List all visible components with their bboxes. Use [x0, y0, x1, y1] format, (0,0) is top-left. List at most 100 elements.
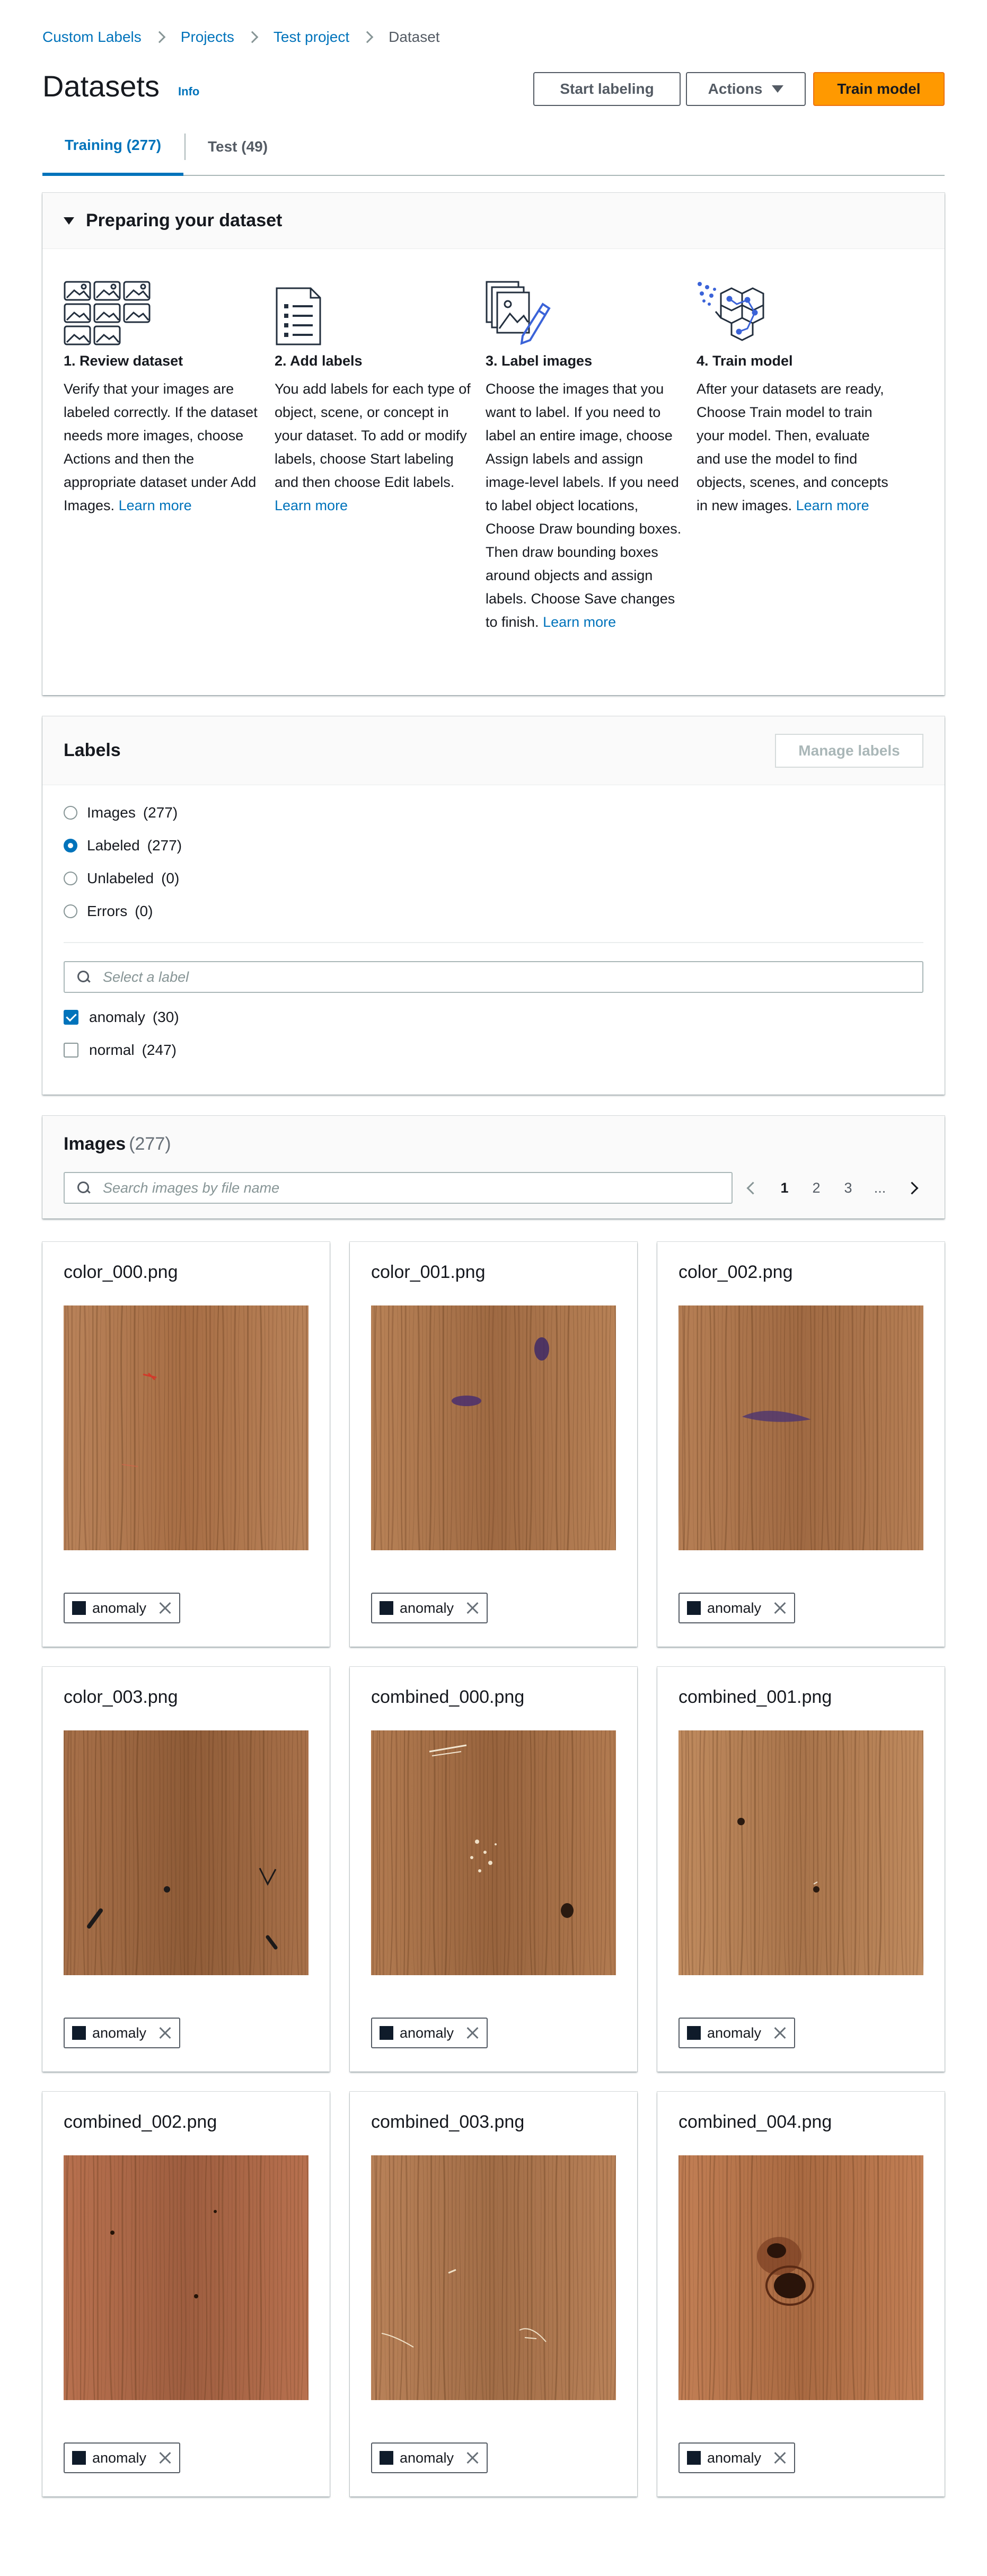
- page-3-button[interactable]: 3: [832, 1180, 864, 1196]
- image-file-name[interactable]: combined_000.png: [371, 1687, 524, 1708]
- learn-more-link[interactable]: Learn more: [543, 614, 616, 630]
- label-name: normal: [89, 1042, 135, 1058]
- label-item-normal[interactable]: normal (247): [64, 1042, 177, 1059]
- image-card[interactable]: color_002.pnganomaly: [657, 1242, 945, 1647]
- image-card[interactable]: color_001.pnganomaly: [350, 1242, 637, 1647]
- image-card[interactable]: color_003.png anomaly: [42, 1667, 330, 2072]
- close-icon[interactable]: [466, 1602, 479, 1614]
- checkbox-checked[interactable]: [64, 1010, 78, 1025]
- filter-unlabeled[interactable]: Unlabeled (0): [64, 870, 179, 887]
- image-file-name[interactable]: color_002.png: [678, 1262, 793, 1283]
- label-tag-text: anomaly: [92, 1600, 147, 1616]
- image-card[interactable]: combined_002.pnganomaly: [42, 2092, 330, 2497]
- prepare-steps: 1. Review dataset Verify that your image…: [64, 278, 907, 634]
- breadcrumb-custom-labels[interactable]: Custom Labels: [42, 29, 142, 46]
- label-images-icon: [486, 278, 684, 347]
- filter-images[interactable]: Images (277): [64, 804, 178, 821]
- step-label-images: 3. Label images Choose the images that y…: [486, 278, 697, 634]
- info-link[interactable]: Info: [178, 85, 199, 99]
- image-file-name[interactable]: combined_001.png: [678, 1687, 832, 1708]
- image-card[interactable]: combined_004.png anomaly: [657, 2092, 945, 2497]
- preparing-dataset-panel: Preparing your dataset 1. Review dataset…: [42, 193, 945, 695]
- preparing-dataset-title: Preparing your dataset: [86, 210, 283, 230]
- wood-texture-image[interactable]: [64, 1730, 309, 1975]
- preparing-dataset-header[interactable]: Preparing your dataset: [42, 193, 945, 249]
- manage-labels-button[interactable]: Manage labels: [775, 733, 923, 768]
- image-search-input[interactable]: Search images by file name: [64, 1172, 733, 1204]
- filter-errors[interactable]: Errors (0): [64, 903, 153, 920]
- radio-button[interactable]: [64, 904, 77, 918]
- image-file-name[interactable]: color_003.png: [64, 1687, 178, 1708]
- start-labeling-button[interactable]: Start labeling: [533, 72, 681, 106]
- next-page-button[interactable]: [896, 1180, 928, 1196]
- page-2-button[interactable]: 2: [800, 1180, 832, 1196]
- close-icon[interactable]: [159, 1602, 172, 1614]
- close-icon[interactable]: [159, 2027, 172, 2039]
- step-text: Choose the images that you want to label…: [486, 381, 682, 630]
- image-file-name[interactable]: color_001.png: [371, 1262, 486, 1283]
- checkbox[interactable]: [64, 1043, 78, 1058]
- actions-button[interactable]: Actions: [686, 72, 806, 106]
- close-icon[interactable]: [774, 1602, 787, 1614]
- step-body: Verify that your images are labeled corr…: [64, 377, 262, 517]
- tab-training[interactable]: Training (277): [42, 118, 184, 176]
- learn-more-link[interactable]: Learn more: [119, 498, 192, 513]
- learn-more-link[interactable]: Learn more: [796, 498, 869, 513]
- wood-texture-image[interactable]: [678, 1730, 923, 1975]
- wood-texture-image[interactable]: [371, 2155, 616, 2400]
- previous-page-button[interactable]: [737, 1180, 769, 1196]
- radio-button[interactable]: [64, 806, 77, 820]
- train-model-button[interactable]: Train model: [813, 72, 945, 106]
- label-color-swatch: [687, 2451, 701, 2465]
- label-color-swatch: [72, 2451, 86, 2465]
- images-count: (277): [129, 1134, 171, 1154]
- close-icon[interactable]: [774, 2027, 787, 2039]
- label-search-input[interactable]: Select a label: [64, 961, 923, 993]
- breadcrumb-projects[interactable]: Projects: [181, 29, 234, 46]
- image-search-placeholder: Search images by file name: [103, 1179, 280, 1196]
- wood-texture-image[interactable]: [371, 1730, 616, 1975]
- step-train-model: 4. Train model After your datasets are r…: [697, 278, 907, 634]
- divider: [64, 942, 923, 943]
- page-title: Datasets: [42, 69, 160, 103]
- radio-button-selected[interactable]: [64, 839, 77, 852]
- label-count: (247): [142, 1042, 177, 1058]
- image-file-name[interactable]: combined_002.png: [64, 2112, 217, 2133]
- label-item-anomaly[interactable]: anomaly (30): [64, 1009, 179, 1026]
- image-card[interactable]: color_000.pnganomaly: [42, 1242, 330, 1647]
- learn-more-link[interactable]: Learn more: [275, 498, 348, 513]
- step-text: Verify that your images are labeled corr…: [64, 381, 258, 513]
- step-body: Choose the images that you want to label…: [486, 377, 684, 634]
- label-tag-text: anomaly: [92, 2449, 147, 2466]
- caret-down-icon: [64, 217, 74, 225]
- image-card[interactable]: combined_000.png anomaly: [350, 1667, 637, 2072]
- wood-texture-image[interactable]: [64, 2155, 309, 2400]
- label-search-placeholder: Select a label: [103, 969, 189, 985]
- close-icon[interactable]: [466, 2027, 479, 2039]
- image-card[interactable]: combined_003.pnganomaly: [350, 2092, 637, 2497]
- image-card[interactable]: combined_001.png anomaly: [657, 1667, 945, 2072]
- image-file-name[interactable]: combined_004.png: [678, 2112, 832, 2133]
- label-tag-text: anomaly: [707, 1600, 762, 1616]
- step-text: You add labels for each type of object, …: [275, 381, 471, 490]
- radio-button[interactable]: [64, 872, 77, 885]
- close-icon[interactable]: [466, 2451, 479, 2464]
- page-1-button[interactable]: 1: [769, 1180, 800, 1196]
- images-title-text: Images: [64, 1134, 126, 1154]
- wood-texture-image[interactable]: [678, 1305, 923, 1550]
- label-tag-text: anomaly: [400, 1600, 454, 1616]
- close-icon[interactable]: [159, 2451, 172, 2464]
- chevron-right-icon: [153, 31, 166, 43]
- wood-texture-image[interactable]: [678, 2155, 923, 2400]
- tab-test[interactable]: Test (49): [186, 118, 290, 176]
- wood-texture-image[interactable]: [371, 1305, 616, 1550]
- wood-texture-image[interactable]: [64, 1305, 309, 1550]
- image-file-name[interactable]: combined_003.png: [371, 2112, 524, 2133]
- close-icon[interactable]: [774, 2451, 787, 2464]
- image-file-name[interactable]: color_000.png: [64, 1262, 178, 1283]
- label-tag: anomaly: [371, 2442, 488, 2473]
- breadcrumb-test-project[interactable]: Test project: [274, 29, 349, 46]
- filter-labeled[interactable]: Labeled (277): [64, 837, 182, 854]
- label-tag: anomaly: [371, 1593, 488, 1623]
- label-tag-text: anomaly: [400, 2449, 454, 2466]
